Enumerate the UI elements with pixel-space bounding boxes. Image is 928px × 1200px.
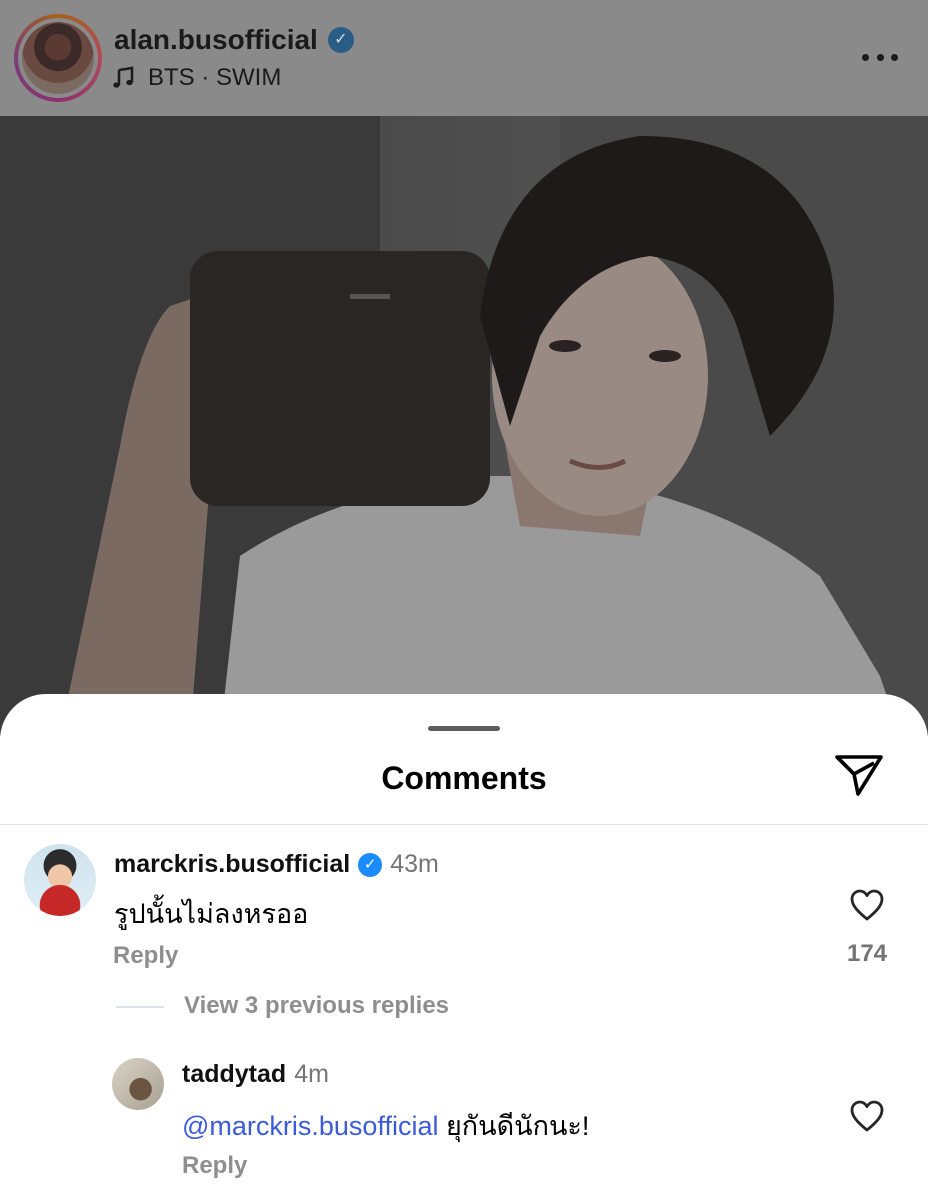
drag-handle[interactable] xyxy=(428,726,500,731)
music-label: BTS · SWIM xyxy=(148,64,282,91)
sheet-title: Comments xyxy=(381,760,547,796)
heart-icon[interactable] xyxy=(849,1099,885,1133)
comment-timestamp: 4m xyxy=(294,1060,329,1088)
comment-text: @marckris.busofficial ยุกันดีนักนะ! xyxy=(182,1104,589,1147)
post-photo[interactable] xyxy=(0,116,928,736)
comment-timestamp: 43m xyxy=(390,850,439,878)
post-author-avatar[interactable] xyxy=(14,14,102,102)
reply-button[interactable]: Reply xyxy=(182,1152,247,1180)
comment-body: ยุกันดีนักนะ! xyxy=(438,1111,590,1141)
comment-username[interactable]: marckris.busofficial xyxy=(114,850,350,879)
view-replies-button[interactable]: View 3 previous replies xyxy=(184,992,449,1020)
comment-header: taddytad 4m xyxy=(182,1060,329,1089)
like-count: 174 xyxy=(846,940,888,967)
avatar[interactable] xyxy=(112,1058,164,1110)
more-horizontal-icon[interactable] xyxy=(862,52,898,62)
comments-sheet: Comments marckris.busofficial ✓ 43m รูปน… xyxy=(0,694,928,1200)
comment-header: marckris.busofficial ✓ 43m xyxy=(114,850,439,879)
divider xyxy=(0,824,928,825)
post-header: alan.busofficial ✓ BTS · SWIM xyxy=(0,0,928,116)
mention-link[interactable]: @marckris.busofficial xyxy=(182,1111,438,1141)
post-author[interactable]: alan.busofficial ✓ xyxy=(114,24,354,56)
heart-icon[interactable] xyxy=(849,888,885,922)
verified-badge-icon: ✓ xyxy=(327,27,354,53)
comment-text: รูปนั้นไม่ลงหรออ xyxy=(114,899,309,929)
avatar[interactable] xyxy=(24,844,96,916)
replies-line xyxy=(116,1006,164,1008)
reply-button[interactable]: Reply xyxy=(113,942,178,970)
post-music[interactable]: BTS · SWIM xyxy=(112,64,281,92)
verified-badge-icon: ✓ xyxy=(358,852,383,877)
post-username[interactable]: alan.busofficial xyxy=(114,24,318,56)
send-paper-plane-icon[interactable] xyxy=(834,752,884,798)
photo-illustration xyxy=(0,116,928,736)
comment-username[interactable]: taddytad xyxy=(182,1060,286,1089)
music-note-icon xyxy=(113,66,134,88)
